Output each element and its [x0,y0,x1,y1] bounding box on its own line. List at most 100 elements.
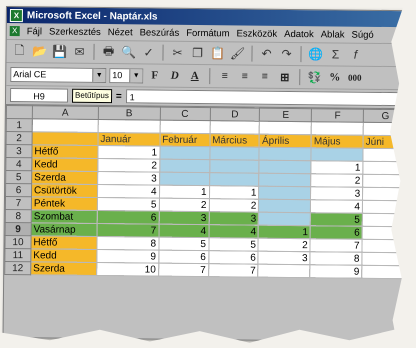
weekday-cell[interactable]: Hétfő [30,235,97,250]
cut-icon[interactable]: ✂ [168,44,186,62]
cell[interactable] [311,147,364,162]
cell[interactable]: 3 [97,171,160,186]
weekday-cell[interactable]: Kedd [30,248,97,263]
merge-center-icon[interactable]: ⊞ [276,68,293,85]
cell[interactable]: 6 [97,210,159,225]
month-cell[interactable]: Április [259,134,312,148]
weekday-cell[interactable]: Hétfő [31,144,98,159]
cell[interactable]: 8 [310,251,363,266]
cell[interactable] [259,160,312,174]
weekday-cell[interactable]: Péntek [31,196,98,211]
copy-icon[interactable]: ❐ [188,44,206,62]
redo-icon[interactable]: ↷ [277,45,295,63]
save-icon[interactable]: 💾 [50,42,68,60]
cell[interactable] [258,199,311,213]
cell[interactable] [258,212,311,226]
row-header[interactable]: 9 [5,222,32,236]
cell[interactable] [159,159,210,173]
menu-edit[interactable]: Szerkesztés [49,26,101,38]
cell[interactable]: 6 [310,225,363,240]
new-icon[interactable]: 🗋 [10,42,28,60]
chevron-down-icon[interactable]: ▼ [129,68,143,82]
row-header[interactable]: 4 [5,157,32,171]
row-header[interactable]: 7 [5,196,32,210]
row-header[interactable]: 11 [4,248,31,262]
cell[interactable] [32,118,99,133]
row-header[interactable]: 3 [5,144,32,158]
cell[interactable] [258,186,311,200]
cell[interactable]: 7 [208,263,259,278]
cell[interactable]: 2 [310,173,363,188]
cell[interactable] [209,120,260,135]
cell[interactable]: 6 [208,250,259,265]
menu-format[interactable]: Formátum [186,27,229,38]
column-header[interactable]: C [159,107,210,121]
cell[interactable]: 2 [258,238,311,252]
month-cell[interactable]: Május [311,134,364,149]
percent-button[interactable]: % [326,69,343,86]
undo-icon[interactable]: ↶ [257,45,275,63]
menu-tools[interactable]: Eszközök [236,28,277,39]
cell[interactable] [209,172,260,187]
cell[interactable]: 4 [97,184,160,199]
row-header[interactable]: 5 [5,170,32,184]
row-header[interactable]: 8 [5,209,32,223]
cell[interactable] [361,265,406,279]
cell[interactable] [259,173,312,187]
column-header[interactable]: B [98,106,161,121]
cell[interactable] [209,159,260,174]
align-center-icon[interactable]: ≡ [236,68,253,85]
row-header[interactable]: 12 [4,261,31,275]
row-header[interactable]: 1 [6,118,33,132]
cell[interactable]: 5 [208,237,259,252]
month-cell[interactable]: Január [97,132,160,147]
paste-icon[interactable]: 📋 [208,44,226,62]
cell[interactable]: 2 [158,198,209,212]
cell[interactable]: 5 [158,237,209,251]
chevron-down-icon[interactable]: ▼ [92,68,106,82]
row-header[interactable]: 2 [6,131,33,145]
preview-icon[interactable]: 🔍 [119,43,137,61]
cell[interactable] [311,121,364,136]
format-painter-icon[interactable]: 🖌 [228,44,246,62]
cell[interactable]: 10 [96,262,159,277]
cell[interactable]: 7 [96,223,159,238]
cell[interactable]: 5 [310,212,363,227]
autosum-icon[interactable]: Σ [326,45,344,63]
function-icon[interactable]: f [346,46,364,64]
font-size-select[interactable]: 10 ▼ [109,67,144,83]
cell[interactable]: 4 [158,224,209,238]
italic-button[interactable]: D [166,67,183,84]
cell[interactable] [159,146,210,160]
workbook-icon[interactable]: X [9,26,20,37]
cell[interactable]: 3 [208,211,259,226]
select-all-corner[interactable] [6,105,33,119]
column-header[interactable]: E [259,108,312,122]
weekend-cell[interactable]: Vasárnap [31,222,98,237]
cell[interactable] [159,120,210,134]
mail-icon[interactable]: ✉ [70,43,88,61]
align-right-icon[interactable]: ≡ [256,68,273,85]
currency-icon[interactable]: 💱 [306,69,323,86]
name-box[interactable]: H9 [9,88,69,103]
menu-help[interactable]: Súgó [351,29,373,40]
cell[interactable]: 4 [208,224,259,239]
cell[interactable] [259,121,312,135]
cell[interactable]: 2 [97,158,160,173]
weekday-cell[interactable]: Szerda [31,170,98,185]
menu-file[interactable]: Fájl [27,26,42,37]
weekend-cell[interactable]: Szombat [31,209,98,224]
cell[interactable]: 5 [97,197,160,212]
cell[interactable]: 1 [97,145,160,160]
cell[interactable]: 1 [311,160,364,175]
formula-input[interactable]: 1 [125,89,409,107]
cell[interactable]: 7 [158,263,209,277]
cell[interactable] [258,264,311,278]
row-header[interactable]: 10 [4,235,32,249]
cell[interactable]: 7 [310,238,363,253]
cell[interactable] [31,131,98,146]
menu-data[interactable]: Adatok [284,28,314,39]
menu-window[interactable]: Ablak [321,29,345,40]
cell[interactable]: 4 [310,199,363,214]
bold-button[interactable]: F [146,67,163,84]
